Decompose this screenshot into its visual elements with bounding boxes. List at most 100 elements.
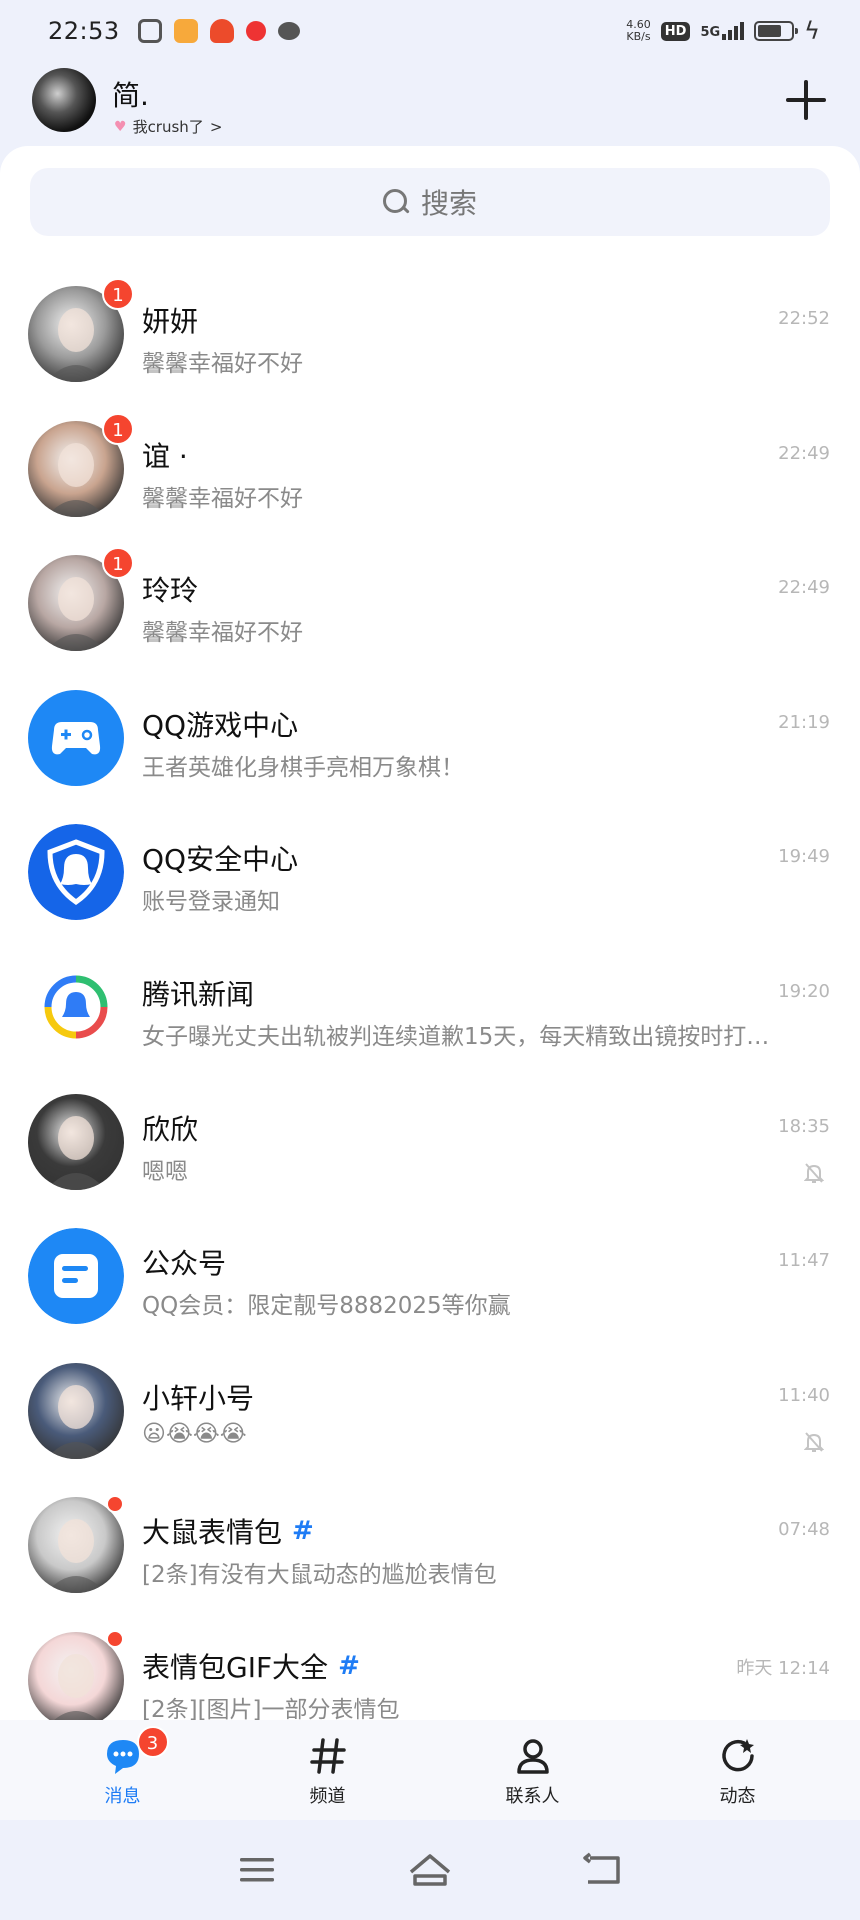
chat-name-text: 小轩小号 (142, 1381, 255, 1415)
chat-list-item[interactable]: QQ游戏中心王者英雄化身棋手亮相万象棋！ 21:19 (0, 670, 860, 805)
chat-time: 11:47 (778, 1250, 830, 1272)
chat-name: 大鼠表情包 # (142, 1511, 314, 1551)
unread-badge: 1 (102, 547, 134, 580)
chat-preview: 嗯嗯 (142, 1158, 188, 1185)
chat-list-item[interactable]: 1 妍妍馨馨幸福好不好 22:52 (0, 266, 860, 401)
chat-preview: [2条][图片]一部分表情包 (142, 1696, 400, 1720)
tab-label: 频道 (309, 1786, 346, 1807)
chat-time: 21:19 (778, 711, 830, 733)
tab-label: 联系人 (505, 1786, 560, 1807)
avatar[interactable] (32, 68, 96, 132)
chat-time: 18:35 (778, 1115, 830, 1137)
status-app-icon-3 (209, 19, 234, 43)
status-text: 我crush了 (132, 118, 204, 136)
chat-preview: 馨馨幸福好不好 (142, 351, 303, 377)
mute-icon (804, 1162, 824, 1183)
add-button[interactable] (784, 78, 828, 122)
chat-name: 腾讯新闻 (142, 973, 254, 1013)
official-account-icon[interactable] (28, 1228, 124, 1325)
shield-penguin-icon[interactable] (28, 824, 124, 921)
channel-hash-icon: # (292, 1516, 314, 1547)
net-speed-unit: KB/s (626, 30, 651, 43)
chat-list-item[interactable]: 腾讯新闻女子曝光丈夫出轨被判连续道歉15天，每天精致出镜按时打… 19:20 (0, 939, 860, 1074)
wechat-icon (277, 22, 300, 40)
chat-name: 欣欣 (142, 1108, 198, 1148)
chat-list-item[interactable]: 1谊 · 馨馨幸福好不好 22:49 (0, 401, 860, 536)
search-icon (382, 189, 409, 215)
tab-refresh-star[interactable]: 动态 (648, 1720, 828, 1820)
chat-name-text: 大鼠表情包 (142, 1516, 283, 1550)
user-name[interactable]: 简. (112, 74, 149, 114)
status-time: 22:53 (48, 17, 120, 45)
avatar[interactable] (28, 1093, 124, 1190)
chat-time: 22:49 (778, 442, 830, 464)
chat-preview: 😦😭😭😭 (142, 1420, 247, 1447)
chat-preview: 王者英雄化身棋手亮相万象棋！ (142, 754, 464, 781)
unread-badge: 1 (102, 278, 134, 310)
system-nav-bar (0, 1820, 860, 1920)
chat-list-item[interactable]: 大鼠表情包 # [2条]有没有大鼠动态的尴尬表情包 07:48 (0, 1477, 860, 1612)
avatar[interactable] (28, 1362, 124, 1459)
chat-name: 谊 · (142, 435, 188, 475)
search-placeholder: 搜索 (420, 187, 477, 220)
gamepad-icon[interactable] (28, 689, 124, 786)
chat-preview: 女子曝光丈夫出轨被判连续道歉15天，每天精致出镜按时打… (142, 1023, 770, 1050)
chat-list-item[interactable]: 小轩小号 😦😭😭😭 11:40 (0, 1343, 860, 1478)
chat-time: 昨天 12:14 (736, 1657, 830, 1679)
chat-name-text: 表情包GIF大全 (142, 1650, 329, 1684)
tab-chat-bubble[interactable]: 消息 3 (33, 1720, 213, 1820)
hd-badge: HD (660, 21, 691, 41)
status-app-icon-2 (173, 19, 198, 43)
chat-preview: 账号登录通知 (142, 889, 280, 916)
chat-time: 19:49 (778, 846, 830, 868)
chat-preview: 馨馨幸福好不好 (142, 620, 303, 647)
chat-preview: QQ会员：限定靓号8882025等你赢 (142, 1293, 511, 1320)
chat-name-text: 妍妍 (142, 305, 199, 338)
main-panel: 搜索 1 妍妍 馨馨幸福好不好 22:52 1 谊 · 馨馨幸福好不好 22:49 1 玲玲 馨馨幸… (0, 146, 860, 1720)
chat-time: 19:20 (778, 980, 830, 1002)
chat-name: 公众号 (142, 1242, 226, 1282)
chat-list-item[interactable]: 1 玲玲馨馨幸福好不好 22:49 (0, 535, 860, 670)
chat-name-text: 谊 · (142, 439, 188, 473)
unread-dot (106, 1629, 124, 1648)
status-app-icon-1 (137, 19, 162, 43)
channel-hash-icon: # (338, 1650, 360, 1681)
tab-hash[interactable]: 频道 (238, 1720, 418, 1820)
user-status[interactable]: ♥ 我crush了 > (114, 116, 222, 137)
tab-person[interactable]: 联系人 (443, 1720, 623, 1820)
bottom-tab-bar: 消息 3 频道 联系人 动态 (0, 1720, 860, 1820)
unread-badge: 1 (102, 412, 134, 445)
chat-name-text: 欣欣 (142, 1112, 199, 1146)
chat-time: 22:49 (778, 577, 830, 599)
chat-preview: [2条]有没有大鼠动态的尴尬表情包 (142, 1562, 497, 1589)
charging-icon: ϟ (804, 17, 820, 45)
search-input[interactable]: 搜索 (30, 168, 830, 236)
header: 简. ♥ 我crush了 > (0, 62, 860, 146)
chat-name: QQ安全中心 (142, 838, 298, 878)
refresh-star-icon (716, 1734, 760, 1778)
network-type: 5G (700, 25, 721, 40)
net-speed: 4.60 KB/s (626, 19, 651, 43)
chat-name-text: 公众号 (142, 1247, 227, 1281)
menu-icon[interactable] (232, 1850, 282, 1890)
chat-time: 22:52 (778, 308, 830, 329)
chat-list-item[interactable]: 公众号 QQ会员：限定靓号8882025等你赢 11:47 (0, 1208, 860, 1343)
mute-icon (804, 1432, 824, 1452)
chat-list-item[interactable]: QQ安全中心账号登录通知 19:49 (0, 804, 860, 939)
chat-list-item[interactable]: 欣欣嗯嗯 18:35 (0, 1074, 860, 1209)
person-icon (511, 1734, 555, 1778)
tencent-news-icon[interactable] (28, 958, 124, 1055)
status-right: 4.60 KB/s HD 5G ϟ (626, 17, 820, 45)
tab-unread-badge: 3 (136, 1726, 169, 1758)
back-icon[interactable] (578, 1850, 628, 1890)
chat-preview: 馨馨幸福好不好 (142, 485, 303, 512)
signal-icon: 5G (700, 22, 745, 40)
chat-time: 11:40 (778, 1384, 830, 1406)
chat-name: QQ游戏中心 (142, 704, 298, 744)
home-icon[interactable] (405, 1850, 455, 1890)
chat-name-text: 玲玲 (142, 574, 199, 608)
chat-time: 07:48 (778, 1519, 830, 1541)
status-bar: 22:53 4.60 KB/s HD 5G ϟ (0, 0, 860, 62)
chat-list-item[interactable]: 表情包GIF大全 # [2条][图片]一部分表情包 昨天 12:14 (0, 1612, 860, 1720)
hash-icon (306, 1734, 350, 1778)
